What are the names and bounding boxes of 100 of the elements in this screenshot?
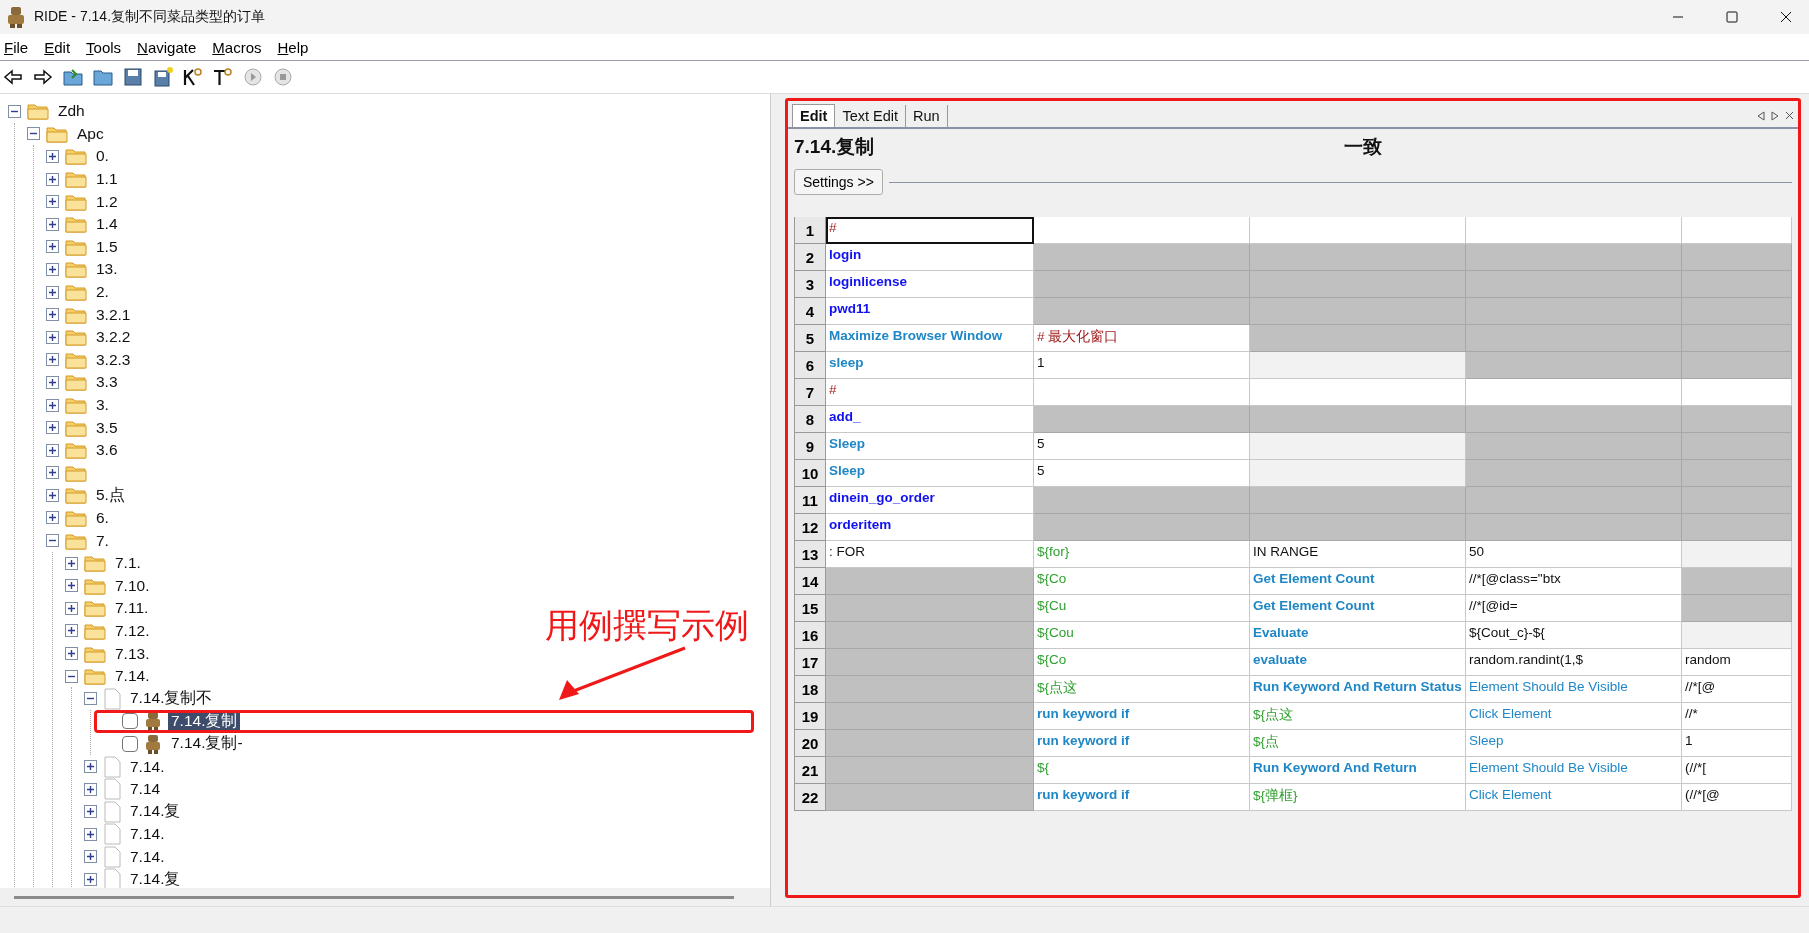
table-cell[interactable]: run keyword if — [1034, 703, 1250, 730]
table-cell[interactable] — [1466, 217, 1682, 244]
expand-icon[interactable] — [65, 601, 78, 615]
collapse-icon[interactable] — [65, 669, 78, 683]
table-cell[interactable] — [1682, 217, 1792, 244]
stop-icon[interactable] — [272, 66, 294, 88]
table-cell[interactable]: ${Cout_c}-${ — [1466, 622, 1682, 649]
table-cell[interactable] — [1682, 541, 1792, 568]
table-cell[interactable] — [1682, 352, 1792, 379]
menu-item[interactable]: File — [0, 38, 41, 56]
tree-item[interactable]: 1.1 — [93, 169, 121, 190]
menu-item[interactable]: Navigate — [133, 38, 209, 56]
expand-icon[interactable] — [46, 511, 59, 525]
table-cell[interactable]: Get Element Count — [1250, 568, 1466, 595]
table-cell[interactable]: ${for} — [1034, 541, 1250, 568]
tree-item[interactable]: 7.14. — [127, 756, 168, 777]
table-cell[interactable] — [1682, 487, 1792, 514]
expand-icon[interactable] — [46, 330, 59, 344]
tree-item[interactable]: 3. — [93, 395, 112, 415]
table-cell[interactable]: //*[@ — [1682, 676, 1792, 703]
table-cell[interactable]: 1 — [1682, 730, 1792, 757]
tree-item[interactable]: 3.2.1 — [93, 304, 134, 325]
tree-item[interactable]: 7.12. — [112, 620, 153, 641]
table-cell[interactable] — [1682, 379, 1792, 406]
table-cell[interactable] — [1682, 568, 1792, 595]
play-icon[interactable] — [242, 66, 264, 88]
tree-item[interactable]: 7.14. — [127, 824, 168, 845]
table-cell[interactable] — [1250, 460, 1466, 487]
table-cell[interactable] — [1034, 379, 1250, 406]
table-cell[interactable] — [1466, 379, 1682, 406]
table-cell[interactable] — [1466, 244, 1682, 271]
scrollbar-thumb[interactable] — [14, 895, 734, 899]
table-cell[interactable] — [1034, 298, 1250, 325]
table-cell[interactable]: Sleep — [1466, 730, 1682, 757]
expand-icon[interactable] — [46, 195, 59, 209]
tree-item[interactable]: 7. — [93, 530, 112, 551]
table-cell[interactable] — [1250, 217, 1466, 244]
expand-icon[interactable] — [84, 827, 97, 841]
menu-item[interactable]: Tools — [82, 38, 134, 56]
table-cell[interactable]: ${点这 — [1250, 703, 1466, 730]
menu-item[interactable]: Help — [273, 38, 321, 56]
table-cell[interactable]: (//*[ — [1682, 757, 1792, 784]
table-cell[interactable] — [1682, 460, 1792, 487]
table-cell[interactable] — [826, 622, 1034, 649]
collapse-icon[interactable] — [46, 534, 59, 548]
tree-item[interactable]: 2. — [93, 282, 112, 303]
settings-button[interactable]: Settings >> — [794, 169, 883, 195]
table-cell[interactable]: 5 — [1034, 433, 1250, 460]
tree-item[interactable]: 7.14. — [127, 846, 168, 867]
table-cell[interactable]: //* — [1682, 703, 1792, 730]
tree-item[interactable]: 1.4 — [93, 214, 121, 235]
tree-item[interactable]: 3.5 — [93, 417, 121, 438]
collapse-icon[interactable] — [8, 104, 21, 118]
collapse-icon[interactable] — [84, 692, 97, 706]
table-cell[interactable] — [1250, 271, 1466, 298]
text-search-icon[interactable] — [212, 66, 234, 88]
maximize-icon[interactable] — [1726, 11, 1738, 23]
save-all-icon[interactable] — [152, 66, 174, 88]
table-cell[interactable] — [1466, 514, 1682, 541]
table-cell[interactable] — [1682, 298, 1792, 325]
table-cell[interactable] — [1250, 298, 1466, 325]
expand-icon[interactable] — [46, 172, 59, 186]
table-cell[interactable]: Run Keyword And Return Status — [1250, 676, 1466, 703]
expand-icon[interactable] — [46, 150, 59, 163]
expand-icon[interactable] — [84, 850, 97, 864]
table-cell[interactable]: IN RANGE — [1250, 541, 1466, 568]
table-cell[interactable]: ${Co — [1034, 568, 1250, 595]
test-checkbox[interactable] — [122, 713, 138, 730]
close-icon[interactable] — [1785, 111, 1794, 120]
tree-item[interactable]: 7.14.复制- — [168, 732, 246, 756]
tree-item[interactable]: Apc — [74, 123, 107, 144]
table-cell[interactable] — [1682, 271, 1792, 298]
folder-arrow-icon[interactable] — [62, 66, 84, 88]
tree-item[interactable]: 3.2.3 — [93, 349, 134, 370]
close-icon[interactable] — [1780, 11, 1792, 23]
tree-item[interactable]: 7.11. — [112, 598, 152, 619]
right-caret-icon[interactable] — [1771, 111, 1779, 121]
table-cell[interactable]: Element Should Be Visible — [1466, 676, 1682, 703]
tree-item[interactable]: 7.14.复制不 — [127, 687, 216, 711]
table-cell[interactable]: loginlicense — [826, 271, 1034, 298]
table-cell[interactable] — [826, 730, 1034, 757]
expand-icon[interactable] — [84, 873, 97, 886]
tree-item[interactable]: Zdh — [55, 101, 88, 122]
left-caret-icon[interactable] — [1757, 111, 1765, 121]
expand-icon[interactable] — [65, 579, 78, 593]
table-cell[interactable] — [826, 649, 1034, 676]
tree-item[interactable]: 1.5 — [93, 236, 121, 257]
table-cell[interactable] — [1682, 622, 1792, 649]
table-cell[interactable] — [1034, 514, 1250, 541]
table-cell[interactable]: dinein_go_order — [826, 487, 1034, 514]
table-cell[interactable] — [1250, 514, 1466, 541]
table-cell[interactable] — [1034, 487, 1250, 514]
table-cell[interactable]: Sleep — [826, 433, 1034, 460]
table-cell[interactable]: run keyword if — [1034, 730, 1250, 757]
table-cell[interactable] — [1682, 325, 1792, 352]
table-cell[interactable] — [1682, 595, 1792, 622]
tree-item[interactable]: 7.14.复 — [127, 800, 184, 824]
table-cell[interactable]: Maximize Browser Window — [826, 325, 1034, 352]
expand-icon[interactable] — [46, 285, 59, 299]
tree-item[interactable]: 6. — [93, 508, 112, 528]
